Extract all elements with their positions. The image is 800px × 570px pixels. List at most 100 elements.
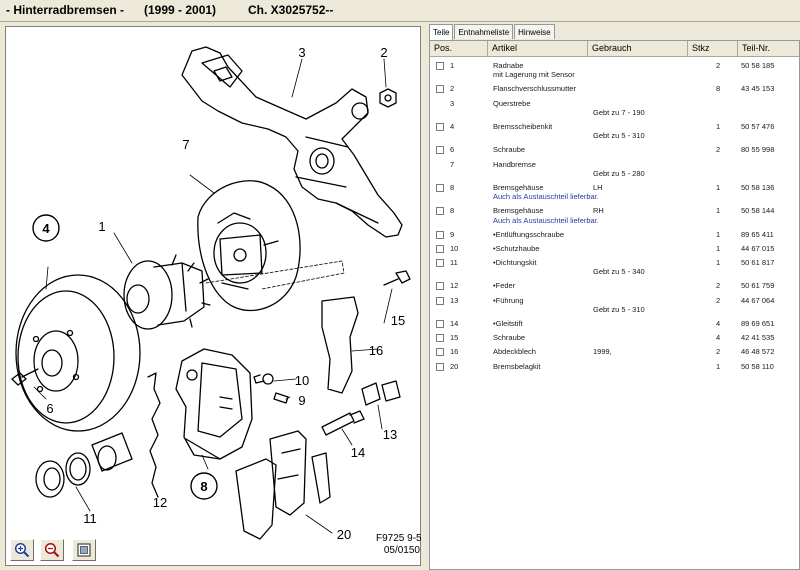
callout-3: 3 bbox=[298, 45, 305, 60]
table-row[interactable]: 8 Bremsgehäuse Auch als Austauschteil lief… bbox=[430, 203, 799, 226]
row-gebrauch: 1999, bbox=[593, 347, 612, 357]
row-artikel: •Feder bbox=[493, 281, 516, 291]
row-artikel: Schraube bbox=[493, 145, 526, 155]
row-teilnr: 50 58 110 bbox=[741, 361, 774, 371]
row-pos: 6 bbox=[450, 145, 455, 155]
row-artikel-note: Auch als Austauschteil lieferbar. bbox=[493, 215, 599, 225]
row-gebrauch-note: Gebt zu 5 - 340 bbox=[593, 267, 645, 277]
row-checkbox[interactable] bbox=[436, 85, 444, 94]
row-gebrauch-note: Gebt zu 5 - 310 bbox=[593, 304, 645, 314]
callout-7: 7 bbox=[182, 137, 189, 152]
zoom-in-icon bbox=[14, 542, 30, 558]
callout-6: 6 bbox=[46, 401, 53, 416]
callout-15: 15 bbox=[391, 313, 405, 328]
row-teilnr: 46 48 572 bbox=[741, 347, 775, 357]
nut-drawing bbox=[379, 88, 397, 108]
row-gebrauch-note: Gebt zu 5 - 310 bbox=[593, 131, 645, 141]
row-stkz: 8 bbox=[716, 84, 721, 94]
row-checkbox[interactable] bbox=[436, 122, 444, 131]
callout-14: 14 bbox=[351, 445, 365, 460]
callout-10: 10 bbox=[295, 373, 309, 388]
row-stkz: 4 bbox=[716, 333, 721, 343]
row-checkbox[interactable] bbox=[436, 334, 444, 343]
tab-teile[interactable]: Teile bbox=[429, 24, 454, 40]
row-artikel: Flanschverschlussmutter bbox=[493, 84, 576, 94]
table-row[interactable]: 6 Schraube 2 80 55 998 bbox=[430, 142, 799, 156]
table-row[interactable]: 11 •Dichtungskit Gebt zu 5 - 340 1 50 61 817 bbox=[430, 255, 799, 278]
row-checkbox[interactable] bbox=[436, 348, 444, 357]
parts-table: Pos. Artikel Gebrauch Stkz Teil-Nr. 1 Rad… bbox=[429, 40, 800, 570]
row-stkz: 1 bbox=[716, 229, 721, 239]
row-artikel: Bremsgehäuse bbox=[493, 182, 544, 192]
fit-to-page-icon bbox=[77, 543, 91, 557]
table-row[interactable]: 3 Querstrebe Gebt zu 7 - 190 bbox=[430, 96, 799, 119]
row-checkbox[interactable] bbox=[436, 282, 444, 291]
zoom-out-button[interactable] bbox=[40, 539, 64, 561]
row-stkz: 2 bbox=[716, 61, 721, 70]
table-row[interactable]: 20 Bremsbelagkit 1 50 58 110 bbox=[430, 359, 799, 373]
table-row[interactable]: 4 Bremsscheibenkit Gebt zu 5 - 310 1 50 57 4… bbox=[430, 119, 799, 142]
table-row[interactable]: 10 •Schutzhaube 1 44 67 015 bbox=[430, 241, 799, 255]
row-artikel-note: mit Lagerung mit Sensor bbox=[493, 70, 575, 80]
row-stkz: 1 bbox=[716, 121, 721, 131]
table-row[interactable]: 16 Abdeckblech 1999, 2 46 48 572 bbox=[430, 344, 799, 358]
row-checkbox[interactable] bbox=[436, 259, 444, 268]
tab-entnahmeliste[interactable]: Entnahmeliste bbox=[454, 24, 514, 39]
row-teilnr: 44 67 015 bbox=[741, 243, 775, 253]
callout-2: 2 bbox=[380, 45, 387, 60]
row-pos: 8 bbox=[450, 206, 455, 216]
row-checkbox[interactable] bbox=[436, 320, 444, 329]
row-teilnr: 89 65 411 bbox=[741, 229, 774, 239]
callout-12: 12 bbox=[153, 495, 167, 510]
caliper-drawing bbox=[175, 348, 253, 460]
chassis-range: Ch. X3025752-- bbox=[248, 3, 334, 17]
row-checkbox[interactable] bbox=[436, 207, 444, 216]
row-gebrauch-note: Gebt zu 7 - 190 bbox=[593, 107, 645, 117]
row-checkbox[interactable] bbox=[436, 230, 444, 239]
row-checkbox[interactable] bbox=[436, 362, 444, 371]
tab-hinweise[interactable]: Hinweise bbox=[514, 24, 555, 39]
table-row[interactable]: 1 Radnabe mit Lagerung mit Sensor 2 50 58 18… bbox=[430, 58, 799, 81]
table-body: 1 Radnabe mit Lagerung mit Sensor 2 50 58 18… bbox=[430, 58, 799, 373]
column-header-gebrauch[interactable]: Gebrauch bbox=[588, 41, 688, 57]
row-artikel: Handbremse bbox=[493, 159, 536, 169]
row-checkbox[interactable] bbox=[436, 244, 444, 253]
column-header-teilnr[interactable]: Teil-Nr. bbox=[738, 41, 799, 57]
row-pos: 9 bbox=[450, 229, 455, 239]
table-row[interactable]: 7 Handbremse Gebt zu 5 - 280 bbox=[430, 157, 799, 180]
row-teilnr: 50 61 759 bbox=[741, 281, 775, 291]
table-row[interactable]: 14 •Gleitstift 4 89 69 651 bbox=[430, 316, 799, 330]
row-teilnr: 43 45 153 bbox=[741, 84, 775, 94]
callout-16: 16 bbox=[369, 343, 383, 358]
row-teilnr: 50 61 817 bbox=[741, 258, 775, 268]
table-row[interactable]: 9 •Entlüftungsschraube 1 89 65 411 bbox=[430, 227, 799, 241]
zoom-in-button[interactable] bbox=[10, 539, 34, 561]
figure-code-line2: 05/0150 bbox=[383, 545, 420, 556]
figure-code: F9725 9-5 05/0150 bbox=[376, 533, 422, 557]
table-row[interactable]: 2 Flanschverschlussmutter 8 43 45 153 bbox=[430, 81, 799, 95]
row-pos: 15 bbox=[450, 333, 459, 343]
screw-drawing bbox=[11, 368, 39, 386]
row-teilnr: 50 58 136 bbox=[741, 182, 775, 192]
table-row[interactable]: 13 •Führung Gebt zu 5 - 310 2 44 67 064 bbox=[430, 293, 799, 316]
column-header-pos[interactable]: Pos. bbox=[430, 41, 488, 57]
column-header-stkz[interactable]: Stkz bbox=[688, 41, 738, 57]
row-artikel: Bremsscheibenkit bbox=[493, 121, 553, 131]
row-checkbox[interactable] bbox=[436, 146, 444, 155]
hub-drawing bbox=[123, 254, 211, 330]
callout-9: 9 bbox=[298, 393, 305, 408]
row-pos: 4 bbox=[450, 121, 455, 131]
row-checkbox[interactable] bbox=[436, 296, 444, 305]
row-pos: 14 bbox=[450, 319, 459, 329]
row-pos: 8 bbox=[450, 182, 455, 192]
row-checkbox[interactable] bbox=[436, 62, 444, 70]
column-header-artikel[interactable]: Artikel bbox=[488, 41, 588, 57]
row-checkbox[interactable] bbox=[436, 183, 444, 192]
table-row[interactable]: 8 Bremsgehäuse Auch als Austauschteil lief… bbox=[430, 180, 799, 203]
row-stkz: 2 bbox=[716, 145, 721, 155]
row-teilnr: 44 67 064 bbox=[741, 295, 775, 305]
fit-to-page-button[interactable] bbox=[72, 539, 96, 561]
table-row[interactable]: 12 •Feder 2 50 61 759 bbox=[430, 278, 799, 292]
table-row[interactable]: 15 Schraube 4 42 41 535 bbox=[430, 330, 799, 344]
row-artikel: Schraube bbox=[493, 333, 526, 343]
